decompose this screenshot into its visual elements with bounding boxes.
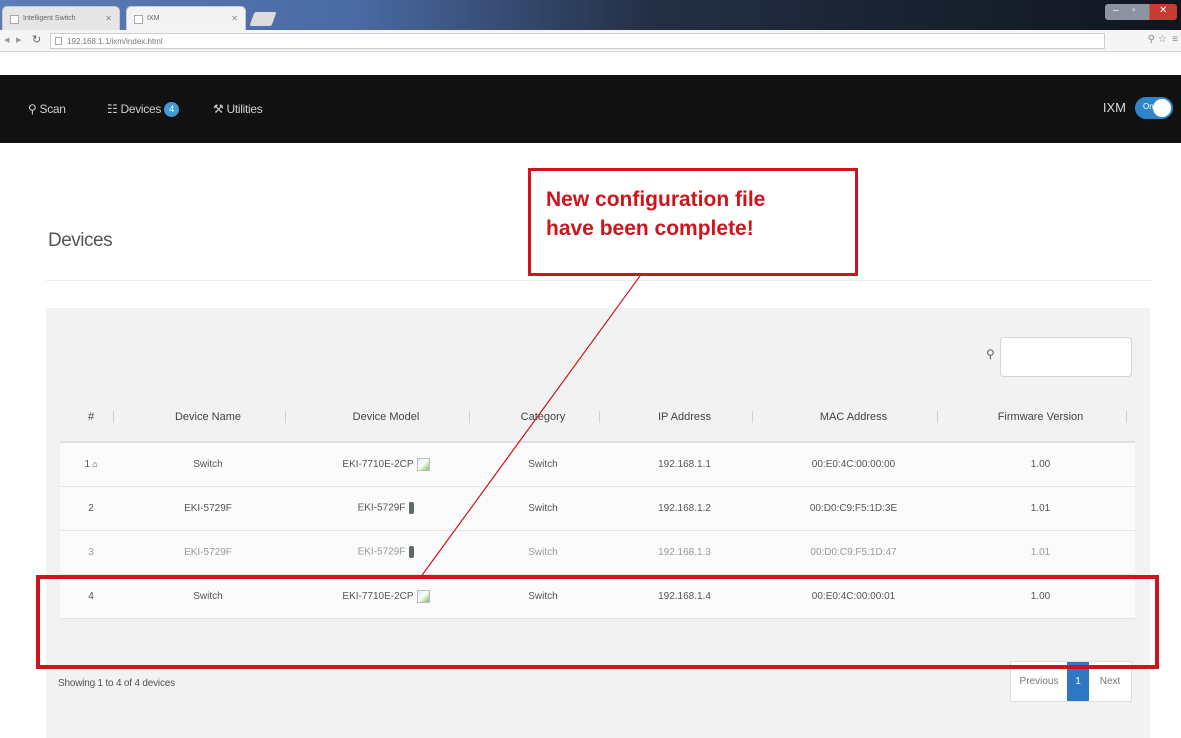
url-text: 192.168.1.1/ixm/index.html (67, 37, 163, 46)
row-number: 2 (60, 486, 122, 531)
zoom-icon[interactable]: ⚲ (1148, 34, 1155, 45)
ip-address-cell: 192.168.1.3 (608, 530, 761, 575)
callout-line-2: have been complete! (546, 217, 754, 240)
category-cell: Switch (478, 486, 608, 531)
mac-address-cell: 00:D0:C9:F5:1D:3E (761, 486, 946, 531)
column-header-mac-address[interactable]: MAC Address (761, 392, 946, 443)
wrench-icon: ⚒ (213, 102, 224, 116)
table-row[interactable]: 2 EKI-5729F EKI-5729F Switch 192.168.1.2… (60, 486, 1135, 531)
nav-utilities[interactable]: ⚒ Utilities (213, 102, 263, 116)
table-row[interactable]: 1 ⌂ Switch EKI-7710E-2CP Switch 192.168.1… (60, 442, 1135, 487)
table-info: Showing 1 to 4 of 4 devices (58, 678, 175, 689)
page-title: Devices (48, 230, 113, 251)
column-header-device-model[interactable]: Device Model (294, 392, 478, 443)
browser-tab-active[interactable]: IXM ✕ (126, 6, 246, 30)
ip-address-cell: 192.168.1.1 (608, 442, 761, 487)
page-icon (10, 15, 19, 24)
ixm-label: IXM (1102, 100, 1126, 115)
mac-address-cell: 00:D0:C9:F5:1D:47 (761, 530, 946, 575)
mac-address-cell: 00:E0:4C:00:00:00 (761, 442, 946, 487)
page-icon (55, 37, 62, 45)
device-image-icon (409, 546, 415, 558)
search-icon: ⚲ (986, 347, 995, 361)
nav-devices[interactable]: ☷ Devices 4 (107, 102, 180, 118)
divider (46, 280, 1152, 281)
column-header-category[interactable]: Category (478, 392, 608, 443)
row-number: 1 ⌂ (60, 442, 122, 487)
firmware-cell: 1.01 (946, 486, 1135, 531)
browser-toolbar: ◂ ▸ ↻ 192.168.1.1/ixm/index.html ⚲ ☆ ≡ (0, 30, 1181, 52)
nav-devices-label: Devices (120, 102, 162, 116)
search-icon: ⚲ (28, 102, 37, 116)
address-bar[interactable]: 192.168.1.1/ixm/index.html (50, 33, 1105, 49)
annotation-callout: New configuration file have been complet… (528, 168, 858, 276)
devices-count-badge: 4 (164, 102, 180, 118)
nav-scan[interactable]: ⚲ Scan (28, 102, 66, 116)
device-model-cell: EKI-7710E-2CP (294, 442, 478, 487)
browser-tab[interactable]: Intelligent Switch ✕ (2, 6, 120, 30)
callout-line-1: New configuration file (546, 188, 766, 211)
device-name-cell: EKI-5729F (122, 530, 294, 575)
close-window-icon[interactable]: ✕ (1159, 5, 1167, 16)
column-header-number[interactable]: # (60, 392, 122, 443)
close-icon[interactable]: ✕ (231, 14, 238, 23)
back-icon[interactable]: ◂ (4, 33, 10, 46)
page-icon (134, 15, 143, 24)
window-controls[interactable]: – ▫ ✕ (1105, 4, 1177, 20)
firmware-cell: 1.00 (946, 442, 1135, 487)
firmware-cell: 1.01 (946, 530, 1135, 575)
table-row[interactable]: 3 EKI-5729F EKI-5729F Switch 192.168.1.3… (60, 530, 1135, 575)
bookmark-star-icon[interactable]: ☆ (1158, 34, 1167, 45)
ixm-toggle[interactable]: On (1135, 97, 1173, 119)
device-model-cell: EKI-5729F (294, 530, 478, 575)
device-name-cell: Switch (122, 442, 294, 487)
category-cell: Switch (478, 530, 608, 575)
browser-tabstrip: Intelligent Switch ✕ IXM ✕ – ▫ ✕ (0, 0, 1181, 30)
annotation-highlight-box (36, 575, 1159, 669)
column-header-device-name[interactable]: Device Name (122, 392, 294, 443)
nav-utilities-label: Utilities (226, 102, 263, 116)
device-model-cell: EKI-5729F (294, 486, 478, 531)
maximize-icon[interactable]: ▫ (1132, 5, 1136, 16)
row-number: 3 (60, 530, 122, 575)
device-name-cell: EKI-5729F (122, 486, 294, 531)
new-tab-button[interactable] (249, 12, 277, 26)
tab-title: Intelligent Switch (23, 15, 76, 22)
device-image-icon (409, 502, 415, 514)
nav-scan-label: Scan (39, 102, 66, 116)
column-header-ip-address[interactable]: IP Address (608, 392, 761, 443)
tab-title: IXM (147, 15, 160, 22)
search-input[interactable] (1000, 337, 1132, 377)
forward-icon[interactable]: ▸ (16, 33, 22, 46)
menu-icon[interactable]: ≡ (1172, 34, 1178, 45)
home-icon: ⌂ (92, 458, 98, 469)
ip-address-cell: 192.168.1.2 (608, 486, 761, 531)
reload-icon[interactable]: ↻ (32, 33, 41, 46)
table-header-row: # Device Name Device Model Category IP A… (60, 392, 1135, 443)
top-navbar: ⚲ Scan ☷ Devices 4 ⚒ Utilities IXM On (0, 75, 1181, 143)
toggle-knob (1153, 99, 1171, 117)
minimize-icon[interactable]: – (1113, 5, 1119, 16)
list-icon: ☷ (107, 102, 118, 116)
close-icon[interactable]: ✕ (105, 14, 112, 23)
device-image-icon (416, 457, 430, 471)
column-header-firmware-version[interactable]: Firmware Version (946, 392, 1135, 443)
category-cell: Switch (478, 442, 608, 487)
